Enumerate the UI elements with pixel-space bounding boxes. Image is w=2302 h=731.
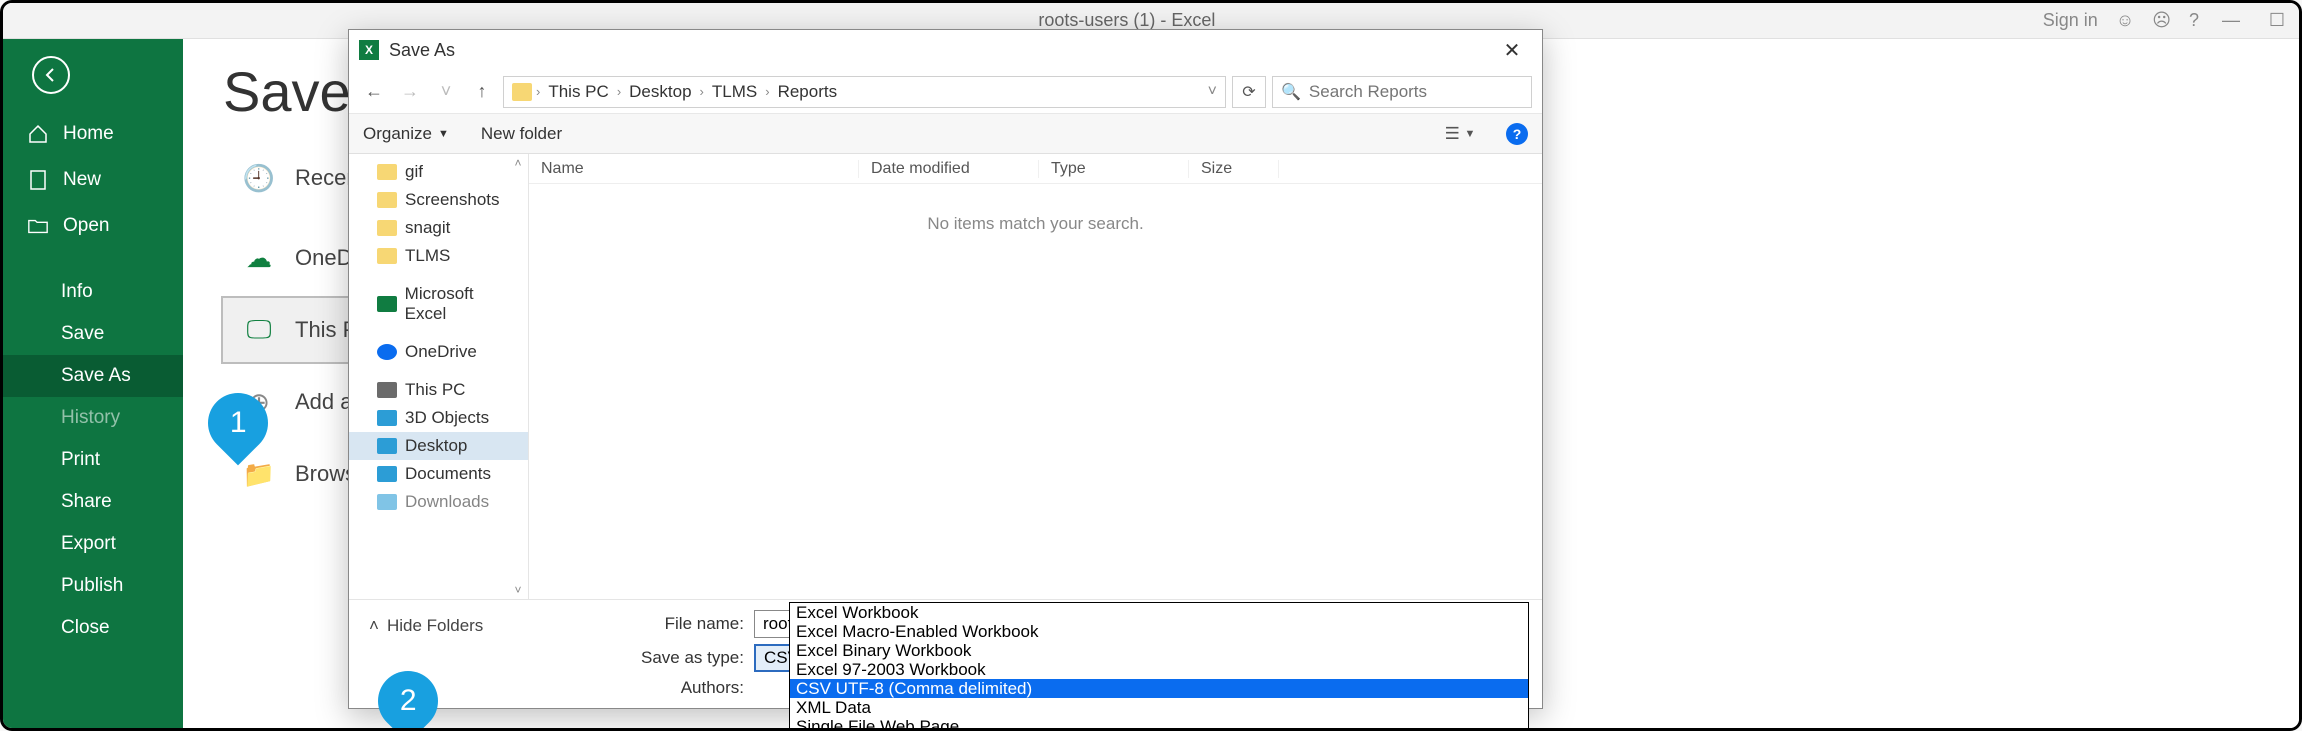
maximize-button[interactable]: ☐	[2263, 10, 2291, 31]
nav-up-button[interactable]: ↑	[467, 77, 497, 107]
type-opt-mht[interactable]: Single File Web Page	[790, 717, 1528, 731]
authors-label: Authors:	[404, 678, 754, 698]
chevron-up-icon: ˄	[369, 616, 379, 636]
signin-link[interactable]: Sign in	[2043, 10, 2098, 31]
organize-menu[interactable]: Organize▼	[363, 124, 449, 144]
file-list-header[interactable]: Name Date modified Type Size	[529, 154, 1542, 184]
address-bar[interactable]: › This PC› Desktop› TLMS› Reports ˅	[503, 76, 1226, 108]
tree-scrollbar[interactable]: ˄˅	[508, 154, 528, 599]
tree-snagit[interactable]: snagit	[349, 214, 528, 242]
nav-publish[interactable]: Publish	[3, 565, 183, 607]
saveastype-label: Save as type:	[404, 648, 754, 668]
dialog-title: Save As	[389, 40, 455, 61]
new-icon	[27, 169, 49, 191]
tree-tlms[interactable]: TLMS	[349, 242, 528, 270]
nav-forward-button[interactable]: →	[395, 77, 425, 107]
tree-onedrive[interactable]: OneDrive	[349, 338, 528, 366]
saveastype-dropdown[interactable]: Excel Workbook Excel Macro-Enabled Workb…	[789, 602, 1529, 731]
nav-home[interactable]: Home	[3, 111, 183, 157]
tree-documents[interactable]: Documents	[349, 460, 528, 488]
folder-icon	[512, 83, 532, 101]
nav-save[interactable]: Save	[3, 313, 183, 355]
tree-thispc[interactable]: This PC	[349, 376, 528, 404]
nav-print[interactable]: Print	[3, 439, 183, 481]
onedrive-icon: ☁	[241, 240, 277, 276]
col-size[interactable]: Size	[1189, 160, 1279, 178]
face-icon[interactable]: ☺	[2116, 10, 2134, 31]
help-icon[interactable]: ?	[2189, 10, 2199, 31]
crumb-tlms[interactable]: TLMS	[708, 82, 761, 102]
dialog-nav: ← → ˅ ↑ › This PC› Desktop› TLMS› Report…	[349, 70, 1542, 114]
type-opt-xls[interactable]: Excel 97-2003 Workbook	[790, 660, 1528, 679]
search-input[interactable]	[1309, 82, 1530, 102]
view-button[interactable]: ☰ ▼	[1446, 123, 1474, 145]
search-box[interactable]: 🔍	[1272, 76, 1532, 108]
nav-back-button[interactable]: ←	[359, 77, 389, 107]
type-opt-xml[interactable]: XML Data	[790, 698, 1528, 717]
nav-new[interactable]: New	[3, 157, 183, 203]
saveas-dialog: X Save As ✕ ← → ˅ ↑ › This PC› Desktop› T…	[348, 29, 1543, 709]
nav-close[interactable]: Close	[3, 607, 183, 649]
crumb-thispc[interactable]: This PC	[544, 82, 612, 102]
refresh-button[interactable]: ⟳	[1232, 76, 1266, 108]
tree-gif[interactable]: gif	[349, 158, 528, 186]
app-title: roots-users (1) - Excel	[211, 10, 2043, 31]
face-sad-icon[interactable]: ☹	[2152, 10, 2171, 31]
type-opt-xlsx[interactable]: Excel Workbook	[790, 603, 1528, 622]
home-icon	[27, 123, 49, 145]
type-opt-xlsb[interactable]: Excel Binary Workbook	[790, 641, 1528, 660]
tree-screenshots[interactable]: Screenshots	[349, 186, 528, 214]
nav-info[interactable]: Info	[3, 271, 183, 313]
crumb-desktop[interactable]: Desktop	[625, 82, 695, 102]
open-icon	[27, 215, 49, 237]
folder-tree[interactable]: gif Screenshots snagit TLMS Microsoft Ex…	[349, 154, 529, 599]
file-list[interactable]: Name Date modified Type Size No items ma…	[529, 154, 1542, 599]
nav-recent-button[interactable]: ˅	[431, 77, 461, 107]
nav-share[interactable]: Share	[3, 481, 183, 523]
crumb-reports[interactable]: Reports	[774, 82, 842, 102]
dialog-toolbar: Organize▼ New folder ☰ ▼ ?	[349, 114, 1542, 154]
address-dropdown-icon[interactable]: ˅	[1208, 83, 1217, 101]
backstage-sidebar: Home New Open Info Save Save As History …	[3, 39, 183, 728]
help-button[interactable]: ?	[1506, 123, 1528, 145]
nav-history: History	[3, 397, 183, 439]
tree-desktop[interactable]: Desktop	[349, 432, 528, 460]
type-opt-csvutf8[interactable]: CSV UTF-8 (Comma delimited)	[790, 679, 1528, 698]
nav-export[interactable]: Export	[3, 523, 183, 565]
nav-new-label: New	[63, 169, 101, 191]
newfolder-button[interactable]: New folder	[481, 124, 562, 144]
pc-icon: 🖵	[241, 312, 277, 348]
tree-3dobjects[interactable]: 3D Objects	[349, 404, 528, 432]
minimize-button[interactable]: —	[2217, 10, 2245, 31]
back-button[interactable]	[23, 47, 79, 103]
excel-icon: X	[359, 40, 379, 60]
dialog-close-button[interactable]: ✕	[1492, 35, 1532, 65]
search-icon: 🔍	[1281, 82, 1301, 102]
col-date[interactable]: Date modified	[859, 160, 1039, 178]
folder-icon: 📁	[241, 456, 277, 492]
nav-saveas[interactable]: Save As	[3, 355, 183, 397]
col-type[interactable]: Type	[1039, 160, 1189, 178]
nav-open-label: Open	[63, 215, 109, 237]
type-opt-xlsm[interactable]: Excel Macro-Enabled Workbook	[790, 622, 1528, 641]
nav-home-label: Home	[63, 123, 114, 145]
nav-open[interactable]: Open	[3, 203, 183, 249]
dialog-titlebar: X Save As ✕	[349, 30, 1542, 70]
tree-excel[interactable]: Microsoft Excel	[349, 280, 528, 328]
clock-icon: 🕘	[241, 160, 277, 196]
tree-downloads[interactable]: Downloads	[349, 488, 528, 516]
col-name[interactable]: Name	[529, 160, 859, 178]
empty-message: No items match your search.	[529, 184, 1542, 264]
hide-folders-button[interactable]: ˄Hide Folders	[369, 616, 483, 636]
